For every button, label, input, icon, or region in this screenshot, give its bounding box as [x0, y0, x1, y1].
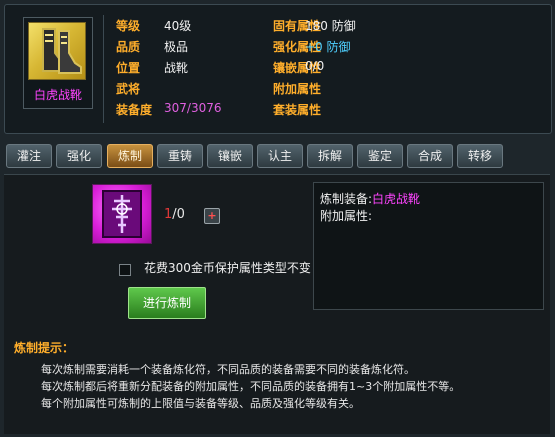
- stat-label-quality: 品质: [116, 40, 141, 54]
- tab-dismantle[interactable]: 拆解: [307, 144, 353, 168]
- stat-value-durability: 307/3076: [164, 101, 222, 115]
- plus-icon[interactable]: +: [204, 208, 220, 224]
- tips-title: 炼制提示：: [14, 341, 75, 355]
- tip-line-1: 每次炼制需要消耗一个装备炼化符，不同品质的装备需要不同的装备炼化符。: [41, 363, 415, 376]
- stat-value-slot: 战靴: [164, 61, 189, 75]
- tab-identify[interactable]: 鉴定: [357, 144, 403, 168]
- material-count-total: /0: [172, 207, 185, 222]
- stat-label-slot: 位置: [116, 61, 141, 75]
- tab-recast[interactable]: 重铸: [157, 144, 203, 168]
- tip-line-3: 每个附加属性可炼制的上限值与装备等级、品质及强化等级有关。: [41, 397, 360, 410]
- tab-combine[interactable]: 合成: [407, 144, 453, 168]
- item-stats: 等级 品质 位置 武将 装备度 40级 极品 战靴 307/3076 固有属性 …: [103, 15, 552, 123]
- refine-attr-label: 附加属性:: [320, 209, 373, 223]
- tip-line-2: 每次炼制都后将重新分配装备的附加属性，不同品质的装备拥有1~3个附加属性不等。: [41, 380, 461, 393]
- refine-talisman-icon[interactable]: [92, 184, 152, 244]
- protect-attr-checkbox[interactable]: [119, 264, 131, 276]
- tab-bind[interactable]: 认主: [257, 144, 303, 168]
- item-name: 白虎战靴: [33, 88, 82, 102]
- tab-transfer[interactable]: 转移: [457, 144, 503, 168]
- material-count: 1/0: [164, 207, 185, 222]
- attr-label-extra: 附加属性: [273, 82, 322, 96]
- boots-icon: [28, 22, 86, 80]
- refine-info-box: 炼制装备:白虎战靴 附加属性:: [313, 182, 544, 310]
- stat-label-general: 武将: [116, 82, 141, 96]
- attr-value-enhance: +0 防御: [305, 40, 351, 54]
- tab-enhance[interactable]: 强化: [56, 144, 102, 168]
- protect-attr-label: 花费300金币保护属性类型不变: [144, 261, 311, 275]
- refine-equip-label: 炼制装备:: [320, 192, 373, 206]
- stat-value-quality: 极品: [164, 40, 189, 54]
- stat-label-level: 等级: [116, 19, 141, 33]
- refine-button[interactable]: 进行炼制: [128, 287, 206, 319]
- stat-value-level: 40级: [164, 19, 192, 33]
- item-info-panel: 白虎战靴 等级 品质 位置 武将 装备度 40级 极品 战靴 307/3076 …: [4, 4, 552, 134]
- item-slot[interactable]: 白虎战靴: [23, 17, 93, 109]
- refine-equip-line: 炼制装备:白虎战靴: [320, 190, 420, 207]
- attr-label-set: 套装属性: [273, 103, 322, 117]
- refine-panel: 1/0 + 花费300金币保护属性类型不变 进行炼制 炼制装备:白虎战靴 附加属…: [4, 174, 550, 434]
- tab-refine[interactable]: 炼制: [107, 144, 153, 168]
- stat-label-durability: 装备度: [116, 103, 153, 117]
- attr-value-innate: 180 防御: [305, 19, 356, 33]
- tab-infuse[interactable]: 灌注: [6, 144, 52, 168]
- refine-equip-value: 白虎战靴: [372, 192, 421, 206]
- attr-value-inlay: 0/0: [305, 59, 325, 73]
- tab-inlay[interactable]: 镶嵌: [207, 144, 253, 168]
